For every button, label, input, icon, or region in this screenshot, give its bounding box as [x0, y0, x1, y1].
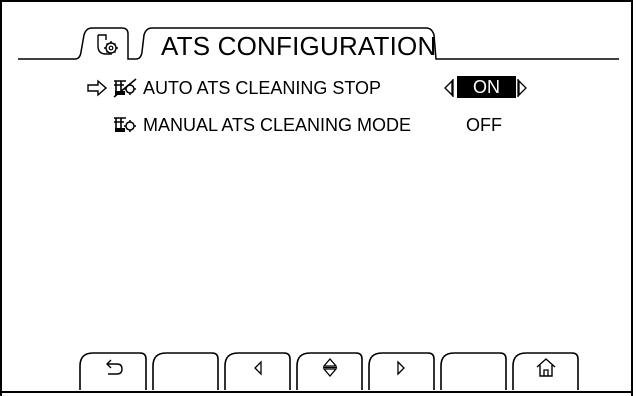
- setting-label: MANUAL ATS CLEANING MODE: [143, 115, 412, 135]
- setting-row-auto-ats-cleaning-stop[interactable]: AUTO ATS CLEANING STOP ON: [0, 76, 636, 100]
- left-arrow-icon: [254, 360, 262, 376]
- softkey-back-button[interactable]: [80, 353, 146, 391]
- softkey-up-down-button[interactable]: [297, 353, 362, 391]
- ats-cleaning-mode-icon: [114, 117, 136, 132]
- gear-config-icon: [97, 34, 118, 55]
- value-increase-icon[interactable]: [517, 78, 529, 98]
- softkey-2-button[interactable]: [153, 353, 218, 391]
- softkey-home-button[interactable]: [513, 353, 578, 391]
- setting-label: AUTO ATS CLEANING STOP: [143, 78, 382, 98]
- setting-value-readonly: OFF: [466, 115, 502, 135]
- up-down-arrow-icon: [322, 358, 338, 377]
- softkey-6-button[interactable]: [441, 353, 506, 391]
- setting-row-manual-ats-cleaning-mode[interactable]: MANUAL ATS CLEANING MODE OFF: [0, 113, 636, 137]
- home-icon: [536, 358, 556, 377]
- setting-value-toggle[interactable]: ON: [457, 76, 516, 98]
- page-title: ATS CONFIGURATION: [161, 31, 437, 61]
- selection-arrow-icon: [87, 79, 108, 97]
- back-icon: [106, 359, 123, 375]
- ats-cleaning-stop-icon: [113, 78, 137, 98]
- ats-configuration-screen: ATS CONFIGURATION AUTO ATS CLEANING STOP…: [0, 0, 636, 396]
- right-arrow-icon: [397, 360, 405, 376]
- softkey-left-button[interactable]: [225, 353, 290, 391]
- softkey-right-button[interactable]: [369, 353, 434, 391]
- value-decrease-icon[interactable]: [442, 78, 454, 98]
